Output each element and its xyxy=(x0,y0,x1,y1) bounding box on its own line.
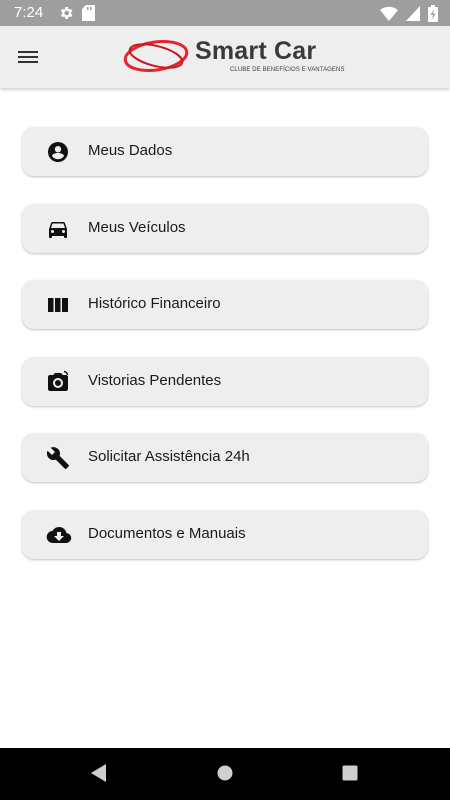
logo-title: Smart Car xyxy=(195,37,317,65)
menu-item-label: Meus Dados xyxy=(88,142,173,159)
cloud-download-icon xyxy=(46,523,72,547)
logo-subtitle: CLUBE DE BENEFÍCIOS E VANTAGENS xyxy=(230,67,345,73)
system-nav-bar xyxy=(0,748,450,800)
menu-item-label: Meus Veículos xyxy=(88,218,186,236)
menu-item-label: Histórico Financeiro xyxy=(88,295,221,312)
camera-icon xyxy=(46,370,72,394)
account-circle-icon xyxy=(46,140,72,164)
app-bar: Smart Car CLUBE DE BENEFÍCIOS E VANTAGEN… xyxy=(0,26,450,88)
menu-item-historico-financeiro[interactable]: Histórico Financeiro xyxy=(22,280,428,329)
menu-item-solicitar-assistencia[interactable]: Solicitar Assistência 24h xyxy=(22,433,428,482)
menu-item-meus-dados[interactable]: Meus Dados xyxy=(22,127,428,176)
menu-item-label: Documentos e Manuais xyxy=(88,524,246,542)
menu-item-documentos-manuais[interactable]: Documentos e Manuais xyxy=(22,509,428,559)
hamburger-menu-icon[interactable] xyxy=(18,45,44,69)
battery-charging-icon xyxy=(428,5,438,22)
columns-icon xyxy=(46,293,72,317)
nav-back-icon[interactable] xyxy=(90,763,108,788)
nav-home-icon[interactable] xyxy=(216,763,234,788)
menu-item-vistorias-pendentes[interactable]: Vistorias Pendentes xyxy=(22,356,428,406)
nav-recents-icon[interactable] xyxy=(341,763,359,788)
wrench-icon xyxy=(46,446,72,470)
signal-icon xyxy=(406,6,420,21)
sd-card-icon xyxy=(82,5,95,21)
settings-icon xyxy=(58,5,74,21)
app-logo: Smart Car CLUBE DE BENEFÍCIOS E VANTAGEN… xyxy=(122,35,344,81)
status-bar: 7:24 xyxy=(0,0,450,26)
car-icon xyxy=(46,217,72,241)
menu-item-label: Vistorias Pendentes xyxy=(88,371,222,389)
status-time: 7:24 xyxy=(14,4,44,21)
wifi-icon xyxy=(380,6,398,21)
menu-item-label: Solicitar Assistência 24h xyxy=(88,448,250,465)
menu-list: Meus Dados Meus Veículos Histórico Finan… xyxy=(22,127,428,586)
menu-item-meus-veiculos[interactable]: Meus Veículos xyxy=(22,203,428,253)
logo-swoosh-icon xyxy=(123,39,189,73)
